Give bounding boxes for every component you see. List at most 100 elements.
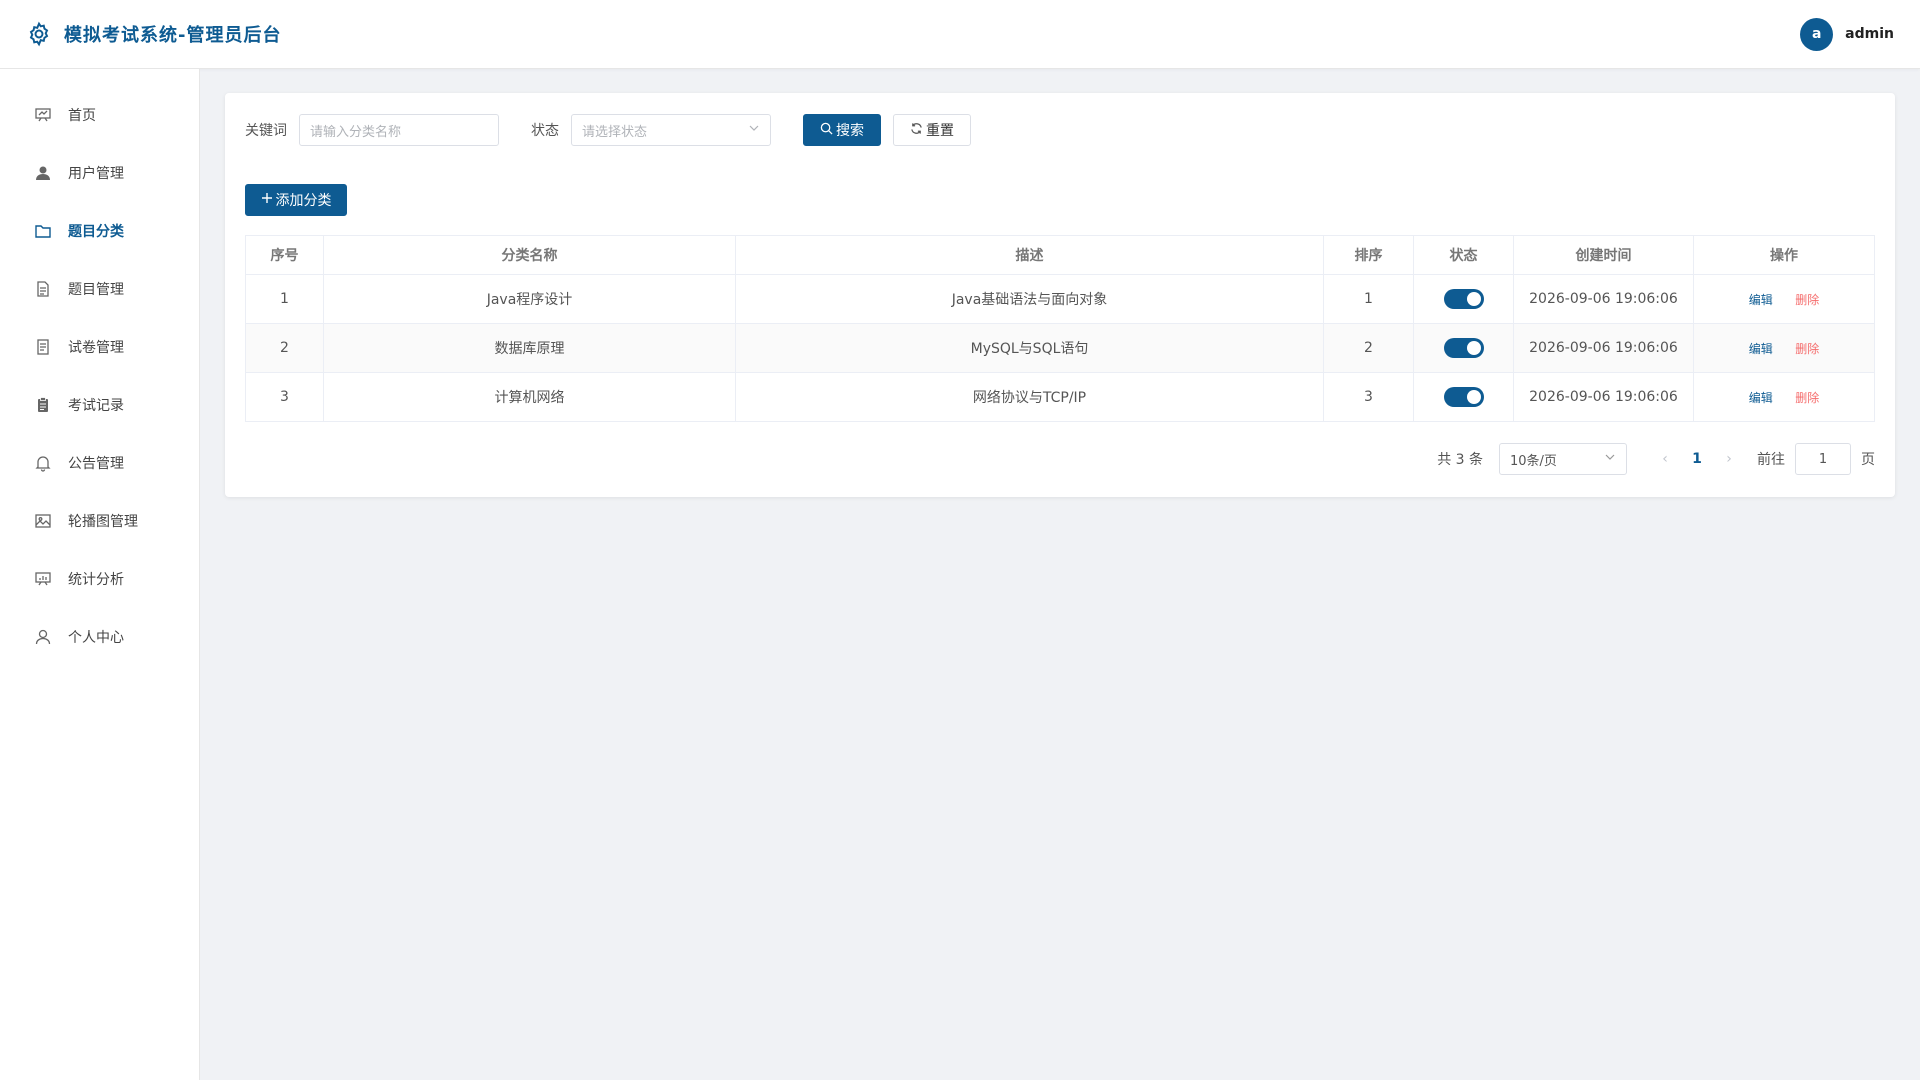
sidebar-item-label: 轮播图管理 <box>68 514 138 530</box>
cell-desc: Java基础语法与面向对象 <box>735 274 1324 324</box>
sidebar-item-label: 用户管理 <box>68 166 124 182</box>
sidebar-item-label: 统计分析 <box>68 572 124 588</box>
user-icon <box>34 164 52 182</box>
cell-name: 数据库原理 <box>323 323 736 373</box>
cell-created: 2026-09-06 19:06:06 <box>1513 372 1694 422</box>
category-panel: 关键词 请输入分类名称 状态 请选择状态 搜索 重置 添加分类 序号 分类名称 … <box>225 93 1895 497</box>
edit-link[interactable]: 编辑 <box>1749 342 1773 356</box>
prev-page-icon[interactable]: ‹ <box>1649 451 1681 467</box>
clipboard-icon <box>34 396 52 414</box>
delete-link[interactable]: 删除 <box>1795 391 1819 405</box>
cell-desc: MySQL与SQL语句 <box>735 323 1324 373</box>
pagination: 共 3 条 10条/页 ‹ 1 › 前往 1 页 <box>1437 443 1875 475</box>
status-toggle[interactable] <box>1443 387 1484 407</box>
cell-status <box>1413 274 1514 324</box>
category-table: 序号 分类名称 描述 排序 状态 创建时间 操作 1 Java程序设计 Java… <box>245 235 1875 422</box>
cell-sort: 3 <box>1323 372 1414 422</box>
edit-link[interactable]: 编辑 <box>1749 391 1773 405</box>
cell-no: 2 <box>245 323 324 373</box>
delete-link[interactable]: 删除 <box>1795 342 1819 356</box>
paper-icon <box>34 338 52 356</box>
brand: 模拟考试系统-管理员后台 <box>26 21 281 47</box>
sidebar-item-label: 个人中心 <box>68 630 124 646</box>
goto-label: 前往 <box>1757 452 1785 468</box>
pagination-total: 共 3 条 <box>1437 452 1483 468</box>
table-row: 1 Java程序设计 Java基础语法与面向对象 1 2026-09-06 19… <box>245 274 1875 324</box>
cell-no: 1 <box>245 274 324 324</box>
top-header: 模拟考试系统-管理员后台 a admin <box>0 0 1920 69</box>
table-row: 3 计算机网络 网络协议与TCP/IP 3 2026-09-06 19:06:0… <box>245 372 1875 422</box>
status-toggle[interactable] <box>1443 338 1484 358</box>
sidebar-item-exam-records[interactable]: 考试记录 <box>0 376 199 434</box>
cell-actions: 编辑 删除 <box>1693 323 1875 373</box>
plus-icon <box>261 192 273 208</box>
cell-created: 2026-09-06 19:06:06 <box>1513 274 1694 324</box>
sidebar-item-questions[interactable]: 题目管理 <box>0 260 199 318</box>
cell-no: 3 <box>245 372 324 422</box>
bell-icon <box>34 454 52 472</box>
sidebar-item-label: 公告管理 <box>68 456 124 472</box>
sidebar-item-label: 考试记录 <box>68 398 124 414</box>
sidebar-item-papers[interactable]: 试卷管理 <box>0 318 199 376</box>
search-bar: 关键词 请输入分类名称 状态 请选择状态 搜索 重置 <box>245 114 1875 146</box>
status-select[interactable]: 请选择状态 <box>571 114 771 146</box>
cell-sort: 2 <box>1323 323 1414 373</box>
cell-actions: 编辑 删除 <box>1693 372 1875 422</box>
goto-page-input[interactable]: 1 <box>1795 443 1851 475</box>
sidebar-item-notices[interactable]: 公告管理 <box>0 434 199 492</box>
sidebar-item-home[interactable]: 首页 <box>0 86 199 144</box>
user-menu[interactable]: a admin <box>1800 17 1894 51</box>
avatar[interactable]: a <box>1800 17 1834 51</box>
folder-icon <box>34 222 52 240</box>
next-page-icon[interactable]: › <box>1713 451 1745 467</box>
column-header-actions: 操作 <box>1693 235 1875 275</box>
sidebar-item-categories[interactable]: 题目分类 <box>0 202 199 260</box>
add-category-label: 添加分类 <box>275 193 332 209</box>
refresh-icon <box>910 122 923 139</box>
gear-icon <box>26 21 52 47</box>
cell-sort: 1 <box>1323 274 1414 324</box>
status-label: 状态 <box>531 123 559 139</box>
sidebar-item-carousel[interactable]: 轮播图管理 <box>0 492 199 550</box>
edit-link[interactable]: 编辑 <box>1749 293 1773 307</box>
search-icon <box>820 122 833 139</box>
picture-icon <box>34 512 52 530</box>
sidebar-item-label: 题目管理 <box>68 282 124 298</box>
sidebar-item-label: 首页 <box>68 108 96 124</box>
search-button-label: 搜索 <box>836 123 864 139</box>
column-header-status: 状态 <box>1413 235 1514 275</box>
cell-status <box>1413 372 1514 422</box>
keyword-label: 关键词 <box>245 123 287 139</box>
add-category-button[interactable]: 添加分类 <box>245 184 347 216</box>
sidebar-item-profile[interactable]: 个人中心 <box>0 608 199 666</box>
chart-icon <box>34 570 52 588</box>
delete-link[interactable]: 删除 <box>1795 293 1819 307</box>
username[interactable]: admin <box>1845 26 1894 42</box>
cell-desc: 网络协议与TCP/IP <box>735 372 1324 422</box>
chevron-down-icon <box>748 122 760 138</box>
cell-name: 计算机网络 <box>323 372 736 422</box>
column-header-sort: 排序 <box>1323 235 1414 275</box>
column-header-no: 序号 <box>245 235 324 275</box>
sidebar-item-label: 试卷管理 <box>68 340 124 356</box>
page-suffix: 页 <box>1861 452 1875 468</box>
status-placeholder: 请选择状态 <box>582 124 648 140</box>
cell-created: 2026-09-06 19:06:06 <box>1513 323 1694 373</box>
page-number[interactable]: 1 <box>1681 451 1713 467</box>
sidebar-item-users[interactable]: 用户管理 <box>0 144 199 202</box>
profile-icon <box>34 628 52 646</box>
reset-button[interactable]: 重置 <box>893 114 971 146</box>
column-header-created: 创建时间 <box>1513 235 1694 275</box>
page-size-select[interactable]: 10条/页 <box>1499 443 1627 475</box>
keyword-input[interactable]: 请输入分类名称 <box>299 114 499 146</box>
table-row: 2 数据库原理 MySQL与SQL语句 2 2026-09-06 19:06:0… <box>245 323 1875 373</box>
app-title: 模拟考试系统-管理员后台 <box>64 25 282 46</box>
sidebar: 首页 用户管理 题目分类 题目管理 试卷管理 考试记录 公告管理 轮播图管理 统… <box>0 69 200 1080</box>
sidebar-item-statistics[interactable]: 统计分析 <box>0 550 199 608</box>
column-header-desc: 描述 <box>735 235 1324 275</box>
sidebar-item-label: 题目分类 <box>68 224 124 240</box>
status-toggle[interactable] <box>1443 289 1484 309</box>
search-button[interactable]: 搜索 <box>803 114 881 146</box>
keyword-placeholder: 请输入分类名称 <box>310 124 402 140</box>
chevron-down-icon <box>1604 451 1616 467</box>
